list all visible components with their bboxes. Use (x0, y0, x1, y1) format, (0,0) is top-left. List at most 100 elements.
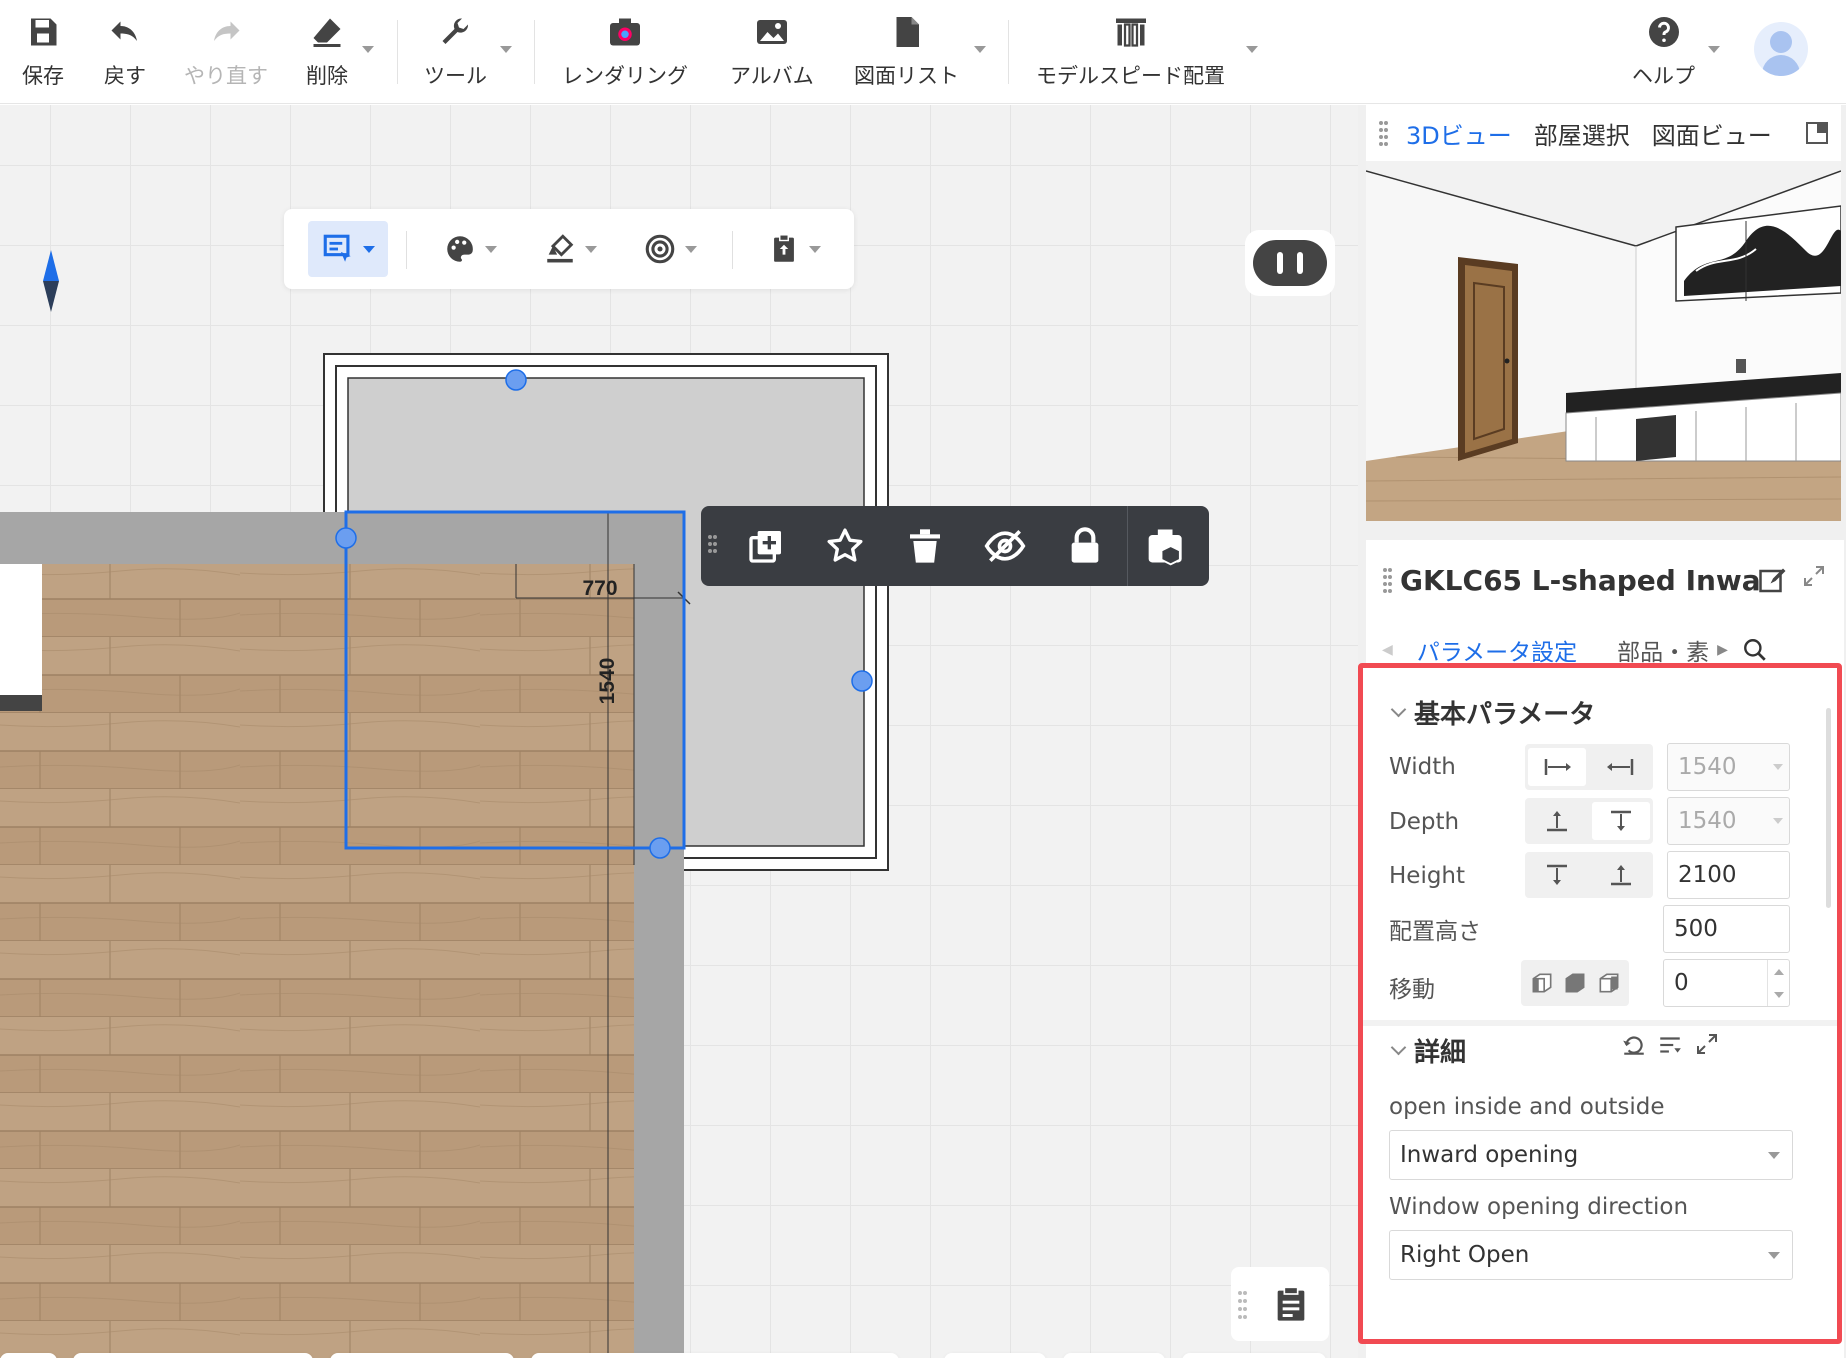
model-camera-icon (1148, 529, 1182, 566)
tab-drawing-view[interactable]: 図面ビュー (1652, 116, 1772, 151)
rendering-button[interactable]: レンダリング (562, 12, 688, 90)
album-button[interactable]: アルバム (730, 12, 814, 90)
tab-parameters[interactable]: パラメータ設定 (1417, 633, 1577, 667)
tools-button[interactable]: ツール (424, 12, 487, 90)
move-stepper[interactable] (1767, 960, 1789, 1006)
model-speed-layout-button[interactable]: モデルスピード配置 (1036, 12, 1225, 90)
design-canvas[interactable]: 770 1540 (0, 105, 1358, 1358)
height-input[interactable]: 2100 (1667, 851, 1790, 899)
drawing-list-button[interactable]: 図面リスト (854, 12, 959, 90)
drag-handle-icon[interactable] (1382, 567, 1392, 593)
filter-list-icon[interactable] (1657, 1032, 1683, 1058)
help-dropdown-caret[interactable] (1708, 46, 1720, 53)
reset-icon[interactable] (1621, 1032, 1647, 1058)
save-button[interactable]: 保存 (22, 12, 64, 90)
expand-icon[interactable] (1802, 564, 1826, 588)
toggle-icon (1253, 240, 1327, 286)
clipboard-button[interactable] (758, 221, 830, 277)
delete-object-button[interactable] (897, 518, 953, 574)
width-anchor-right-button[interactable] (1592, 748, 1650, 786)
room-floor[interactable] (0, 564, 634, 1358)
move-input[interactable]: 0 (1663, 959, 1790, 1007)
align-left-icon (1544, 759, 1571, 775)
3d-preview[interactable] (1366, 161, 1841, 521)
depth-anchor-top-button[interactable] (1592, 802, 1650, 840)
user-avatar[interactable] (1754, 22, 1808, 76)
favorite-button[interactable] (817, 518, 873, 574)
move-center-icon[interactable] (1562, 970, 1588, 996)
move-left-icon[interactable] (1529, 970, 1555, 996)
wall-top[interactable] (0, 512, 634, 564)
basic-params-header[interactable]: 基本パラメータ (1390, 694, 1595, 731)
select-mode-button[interactable] (308, 221, 388, 277)
model-speed-layout-label: モデルスピード配置 (1036, 64, 1225, 88)
placement-height-label: 配置高さ (1389, 919, 1481, 945)
search-icon[interactable] (1742, 637, 1768, 663)
redo-button[interactable]: やり直す (184, 12, 268, 90)
clipboard-panel-button[interactable] (1231, 1267, 1329, 1341)
undo-button[interactable]: 戻す (104, 12, 146, 90)
window-toggle-icon[interactable] (1805, 121, 1829, 145)
tabs-scroll-right-icon[interactable]: ▶ (1717, 642, 1728, 658)
tab-parts[interactable]: 部品・素 (1617, 633, 1709, 667)
move-right-icon[interactable] (1596, 970, 1622, 996)
tabs-scroll-left-icon[interactable]: ◀ (1382, 642, 1393, 658)
opening-direction-select[interactable]: Right Open (1389, 1230, 1793, 1280)
model-speed-dropdown-caret[interactable] (1246, 46, 1258, 53)
help-button[interactable]: ヘルプ (1632, 12, 1695, 90)
toggle-bar (1063, 1353, 1165, 1358)
drag-handle-icon[interactable] (1378, 120, 1388, 146)
edit-icon[interactable] (1758, 566, 1788, 596)
stepper-down-icon[interactable] (1773, 991, 1784, 998)
lock-object-button[interactable] (1057, 518, 1113, 574)
align-bottom-up-icon (1611, 865, 1631, 886)
lock-icon (1071, 527, 1099, 563)
stepper-up-icon[interactable] (1773, 968, 1784, 975)
tab-3d-view[interactable]: 3Dビュー (1406, 116, 1512, 151)
rendering-label: レンダリング (562, 64, 688, 88)
open-inside-outside-select[interactable]: Inward opening (1389, 1130, 1793, 1180)
tools-dropdown-caret[interactable] (500, 46, 512, 53)
tab-room-select[interactable]: 部屋選択 (1534, 116, 1630, 151)
depth-input[interactable]: 1540 (1667, 797, 1790, 845)
detail-header[interactable]: 詳細 (1390, 1032, 1466, 1069)
floor-plan[interactable]: 770 1540 (0, 105, 1358, 1358)
duplicate-button[interactable] (738, 518, 794, 574)
width-input[interactable]: 1540 (1667, 743, 1790, 791)
scrollbar[interactable] (1826, 708, 1831, 908)
resize-handle-left[interactable] (335, 527, 357, 549)
fixture-left[interactable] (0, 564, 42, 710)
resize-handle-top[interactable] (505, 369, 527, 391)
help-icon (1644, 12, 1684, 52)
target-icon (645, 234, 675, 264)
width-value: 1540 (1678, 754, 1737, 780)
view-toggle-button[interactable] (1245, 230, 1335, 296)
resize-handle-bottom[interactable] (649, 837, 671, 859)
placement-height-input[interactable]: 500 (1663, 905, 1790, 953)
save-icon (23, 12, 63, 52)
height-anchor-bottom-button[interactable] (1592, 856, 1650, 894)
depth-anchor-bottom-button[interactable] (1528, 802, 1586, 840)
height-anchor-top-button[interactable] (1528, 856, 1586, 894)
resize-handle-right[interactable] (851, 670, 873, 692)
delete-dropdown-caret[interactable] (362, 46, 374, 53)
duplicate-icon (749, 531, 781, 563)
help-label: ヘルプ (1632, 64, 1695, 88)
main-toolbar: 保存 戻す やり直す 削除 ツール レンダリング アルバム 図面リスト モデルス… (0, 0, 1846, 104)
hide-button[interactable] (977, 518, 1033, 574)
delete-button[interactable]: 削除 (306, 12, 348, 90)
drawing-list-dropdown-caret[interactable] (974, 46, 986, 53)
drag-handle-icon[interactable] (707, 534, 717, 558)
expand-icon[interactable] (1695, 1032, 1719, 1056)
delete-label: 削除 (306, 64, 348, 88)
bottom-more-bar: ··· (0, 1353, 57, 1358)
paint-button[interactable] (534, 221, 606, 277)
width-anchor-left-button[interactable] (1528, 748, 1586, 786)
material-button[interactable] (434, 221, 506, 277)
height-label: Height (1389, 863, 1466, 889)
replace-model-button[interactable] (1139, 518, 1195, 574)
select-icon (323, 234, 351, 262)
depth-anchor-toggle (1525, 798, 1653, 844)
wall-right[interactable] (634, 512, 684, 1358)
target-button[interactable] (634, 221, 706, 277)
